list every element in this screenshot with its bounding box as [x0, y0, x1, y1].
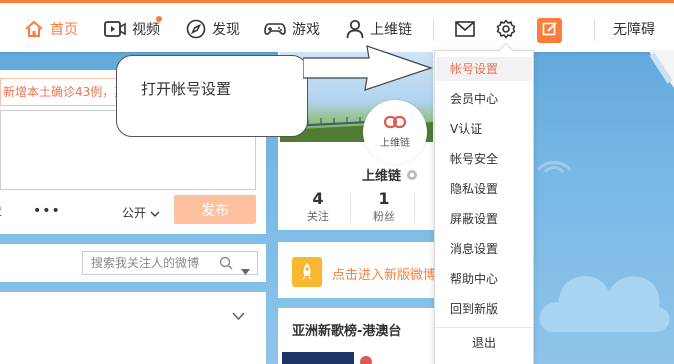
visibility-label: 公开	[122, 206, 147, 220]
dropdown-pointer-icon	[499, 43, 513, 51]
nav-user-label: 上维链	[370, 22, 412, 38]
menu-item-account-settings[interactable]: 帐号设置	[436, 57, 532, 81]
followers-label: 粉丝	[373, 210, 395, 223]
nav-game-label: 游戏	[292, 22, 320, 38]
page-corner-curl-image	[648, 50, 674, 88]
open-account-settings-callout: 打开帐号设置	[116, 55, 308, 137]
menu-item-account-security[interactable]: 帐号安全	[436, 147, 532, 171]
callout-text: 打开帐号设置	[141, 80, 232, 98]
menu-item-message-settings[interactable]: 消息设置	[436, 237, 532, 261]
rank-badge-icon	[360, 356, 372, 364]
avatar[interactable]: 上维链	[363, 100, 427, 164]
video-icon	[104, 20, 126, 38]
settings-dropdown-menu: 帐号设置 会员中心 V认证 帐号安全 隐私设置 屏蔽设置 消息设置 帮助中心 回…	[434, 43, 534, 364]
menu-item-block-settings[interactable]: 屏蔽设置	[436, 207, 532, 231]
accessibility-label: 无障碍	[613, 22, 655, 38]
search-placeholder: 搜索我关注人的微博	[91, 256, 200, 270]
more-options-button[interactable]: •••	[33, 203, 61, 219]
nav-discover-label: 发现	[212, 22, 240, 38]
menu-item-privacy-settings[interactable]: 隐私设置	[436, 177, 532, 201]
gear-icon	[496, 19, 516, 39]
gamepad-icon	[264, 20, 286, 38]
chevron-down-icon[interactable]	[232, 310, 245, 324]
rocket-icon[interactable]	[292, 257, 322, 287]
nav-video-label: 视频	[132, 22, 160, 38]
following-label: 关注	[307, 210, 329, 223]
menu-item-logout[interactable]: 退出	[436, 331, 532, 355]
followers-count[interactable]: 1	[369, 189, 399, 208]
nav-video[interactable]: 视频	[104, 16, 162, 41]
nav-divider	[433, 19, 434, 41]
menu-item-verification[interactable]: V认证	[436, 117, 532, 141]
feed-panel	[0, 292, 266, 364]
article-label-fragment[interactable]: 章	[0, 203, 2, 220]
nav-discover[interactable]: 发现	[186, 17, 240, 41]
nav-user-profile[interactable]: 上维链	[346, 17, 412, 41]
caret-down-icon[interactable]	[241, 260, 250, 282]
nav-divider	[594, 19, 595, 41]
settings-button[interactable]	[496, 17, 516, 41]
following-count[interactable]: 4	[303, 189, 333, 208]
profile-username[interactable]: 上维链	[362, 165, 418, 185]
publish-button[interactable]: 发布	[174, 195, 256, 224]
menu-divider	[435, 327, 533, 328]
new-version-link[interactable]: 点击进入新版微博	[332, 264, 436, 283]
nav-home-label: 首页	[50, 22, 78, 38]
user-icon	[346, 19, 364, 39]
stats-divider	[414, 193, 415, 223]
nav-game[interactable]: 游戏	[264, 17, 320, 41]
music-chart-title[interactable]: 亚洲新歌榜-港澳台	[292, 320, 401, 339]
avatar-label: 上维链	[380, 138, 410, 149]
home-icon	[24, 19, 44, 39]
cloud-decoration-image	[539, 275, 670, 332]
hot-news-text: 新增本土确诊43例，其	[3, 85, 127, 99]
mail-icon	[455, 21, 475, 37]
stats-divider	[350, 193, 351, 223]
messages-button[interactable]	[455, 17, 475, 41]
member-badge-icon	[406, 169, 418, 185]
menu-item-member-center[interactable]: 会员中心	[436, 87, 532, 111]
chevron-down-icon	[150, 207, 160, 221]
username-label: 上维链	[362, 169, 402, 184]
pointer-arrow-icon	[303, 45, 433, 91]
visibility-selector[interactable]: 公开	[122, 204, 160, 221]
wifi-decoration-image	[536, 161, 572, 174]
accessibility-link[interactable]: 无障碍	[613, 17, 655, 41]
menu-item-back-to-new-version[interactable]: 回到新版	[436, 297, 532, 321]
compass-icon	[186, 19, 206, 39]
compose-button[interactable]	[537, 18, 562, 43]
search-icon[interactable]	[219, 255, 233, 277]
link-icon	[383, 115, 407, 132]
following-search-input[interactable]: 搜索我关注人的微博	[82, 251, 258, 275]
album-cover-image[interactable]	[282, 352, 354, 364]
edit-icon	[542, 21, 558, 40]
new-content-dot	[156, 16, 162, 22]
menu-item-help-center[interactable]: 帮助中心	[436, 267, 532, 291]
nav-home[interactable]: 首页	[24, 17, 78, 41]
